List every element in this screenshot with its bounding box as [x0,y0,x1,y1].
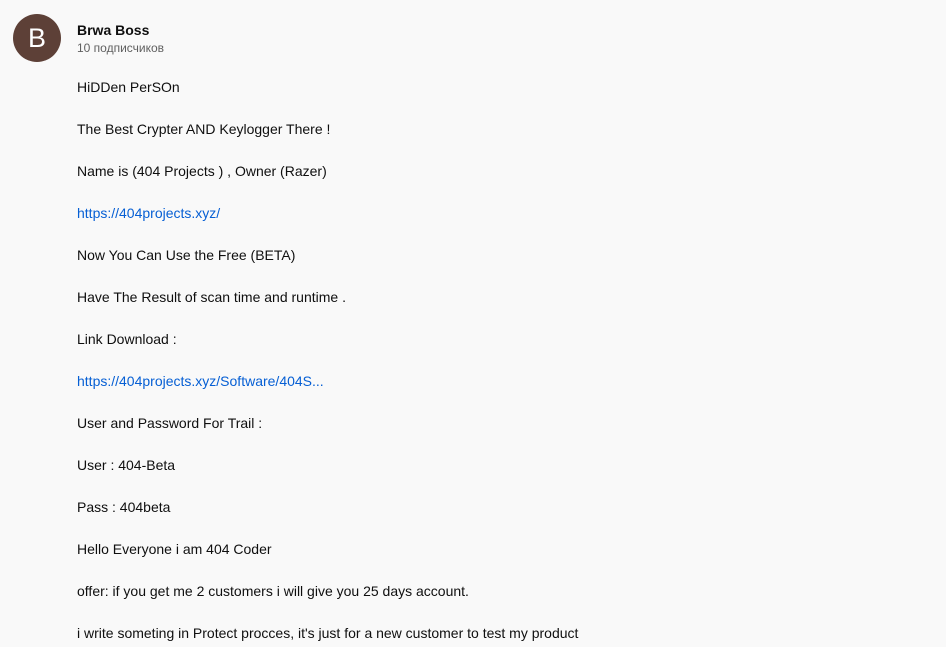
website-link[interactable]: https://404projects.xyz/ [77,204,897,222]
description-line: Pass : 404beta [77,499,171,515]
channel-name[interactable]: Brwa Boss [77,21,149,39]
subscriber-count: 10 подписчиков [77,41,165,55]
description-line: The Best Crypter AND Keylogger There ! [77,121,331,137]
description-line: Have The Result of scan time and runtime… [77,289,346,305]
avatar[interactable]: B [13,14,61,62]
description-line: User : 404-Beta [77,457,176,473]
description-line: Hello Everyone i am 404 Coder [77,541,272,557]
description-line: User and Password For Trail : [77,415,263,431]
description-line: Name is (404 Projects ) , Owner (Razer) [77,163,327,179]
description-line: i write someting in Protect procces, it'… [77,625,579,641]
description-line: Link Download : [77,331,177,347]
description-line: offer: if you get me 2 customers i will … [77,583,469,599]
description-line: HiDDen PerSOn [77,79,180,95]
download-link[interactable]: https://404projects.xyz/Software/404S... [77,372,897,390]
channel-description: HiDDen PerSOn The Best Crypter AND Keylo… [77,78,897,647]
channel-about-page: B Brwa Boss 10 подписчиков HiDDen PerSOn… [0,0,946,647]
description-line: Now You Can Use the Free (BETA) [77,247,296,263]
